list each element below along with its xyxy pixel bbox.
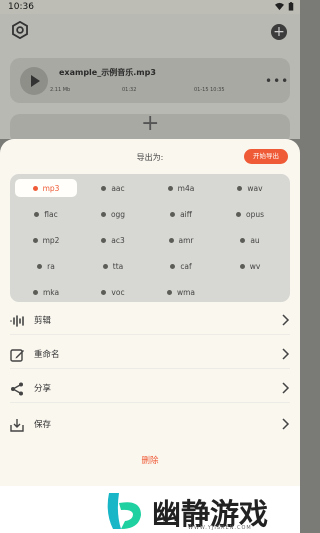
format-option-wav[interactable]: wav: [219, 179, 281, 197]
format-option-caf[interactable]: caf: [150, 257, 212, 275]
radio-dot-icon: [166, 289, 172, 295]
format-option-mp3[interactable]: mp3: [15, 179, 77, 197]
format-option-tta[interactable]: tta: [82, 257, 144, 275]
save-icon: [10, 419, 24, 432]
format-option-mka[interactable]: mka: [15, 283, 77, 301]
format-label: ra: [47, 261, 55, 271]
status-icons: [275, 2, 294, 11]
format-label: amr: [178, 235, 194, 245]
format-label: au: [250, 235, 260, 245]
chevron-right-icon: [282, 348, 290, 360]
divider: [10, 402, 290, 403]
radio-dot-icon: [102, 263, 108, 269]
radio-dot-icon: [235, 211, 241, 217]
format-label: caf: [180, 261, 192, 271]
format-option-flac[interactable]: flac: [15, 205, 77, 223]
file-duration: 01:32: [122, 87, 137, 93]
format-option-mp2[interactable]: mp2: [15, 231, 77, 249]
chevron-right-icon: [282, 314, 290, 326]
file-size: 2.11 Mb: [50, 87, 71, 93]
format-label: wma: [176, 287, 196, 297]
plus-icon: +: [141, 111, 160, 136]
radio-dot-icon: [101, 237, 107, 243]
divider: [10, 334, 290, 335]
radio-dot-icon: [32, 185, 38, 191]
wifi-icon: [275, 2, 284, 11]
format-option-aiff[interactable]: aiff: [150, 205, 212, 223]
format-option-wma[interactable]: wma: [150, 283, 212, 301]
action-label: 剪辑: [34, 316, 52, 326]
divider: [10, 368, 290, 369]
format-label: aiff: [180, 209, 192, 219]
format-label: opus: [245, 209, 264, 219]
action-row-1[interactable]: 重命名: [0, 340, 300, 369]
format-option-amr[interactable]: amr: [150, 231, 212, 249]
edit-icon: [10, 349, 24, 362]
delete-button[interactable]: 删除: [0, 454, 300, 466]
action-label: 重命名: [34, 350, 60, 360]
waveform-icon: [10, 315, 24, 327]
format-label: aac: [111, 183, 125, 193]
battery-icon: [288, 2, 294, 11]
format-option-wv[interactable]: wv: [219, 257, 281, 275]
start-export-button[interactable]: 开始导出: [244, 149, 288, 164]
radio-dot-icon: [34, 211, 40, 217]
format-option-ra[interactable]: ra: [15, 257, 77, 275]
status-time: 10:36: [8, 2, 34, 12]
settings-gear-icon[interactable]: [11, 21, 29, 39]
format-option-au[interactable]: au: [219, 231, 281, 249]
radio-dot-icon: [101, 185, 107, 191]
format-label: wav: [247, 183, 263, 193]
format-label: wv: [249, 261, 261, 271]
radio-dot-icon: [32, 237, 38, 243]
format-label: m4a: [177, 183, 195, 193]
format-label: ogg: [110, 209, 126, 219]
format-label: tta: [112, 261, 124, 271]
format-label: mka: [42, 287, 60, 297]
chevron-right-icon: [282, 418, 290, 430]
format-option-m4a[interactable]: m4a: [150, 179, 212, 197]
action-row-0[interactable]: 剪辑: [0, 306, 300, 335]
radio-dot-icon: [100, 211, 106, 217]
add-file-button[interactable]: +: [271, 24, 287, 40]
format-label: ac3: [111, 235, 125, 245]
file-name: example_示例音乐.mp3: [59, 68, 156, 77]
action-row-3[interactable]: 保存: [0, 410, 300, 439]
radio-dot-icon: [32, 289, 38, 295]
action-label: 保存: [34, 420, 52, 430]
export-sheet: 导出为: 开始导出 mp3 aac m4a wav flac ogg aiff opus mp2…: [0, 139, 300, 486]
format-option-aac[interactable]: aac: [82, 179, 144, 197]
format-option-ac3[interactable]: ac3: [82, 231, 144, 249]
brand-url: WWW.YJISREN.COM: [188, 525, 252, 531]
share-icon: [11, 382, 23, 396]
format-option-opus[interactable]: opus: [219, 205, 281, 223]
radio-dot-icon: [170, 211, 176, 217]
chevron-right-icon: [282, 382, 290, 394]
radio-dot-icon: [240, 237, 246, 243]
format-option-ogg[interactable]: ogg: [82, 205, 144, 223]
brand-logo-icon: [107, 493, 141, 529]
play-icon[interactable]: [20, 67, 48, 95]
format-label: mp2: [42, 235, 60, 245]
format-label: mp3: [42, 183, 60, 193]
format-label: flac: [44, 209, 58, 219]
radio-dot-icon: [37, 263, 43, 269]
format-grid: mp3 aac m4a wav flac ogg aiff opus mp2 ac3 amr au ra…: [10, 174, 290, 302]
radio-dot-icon: [101, 289, 107, 295]
format-label: voc: [111, 287, 125, 297]
format-option-voc[interactable]: voc: [82, 283, 144, 301]
radio-dot-icon: [170, 263, 176, 269]
more-icon[interactable]: •••: [265, 74, 289, 88]
action-label: 分享: [34, 384, 52, 394]
radio-dot-icon: [167, 185, 173, 191]
file-date: 01-15 10:35: [194, 87, 225, 93]
file-card[interactable]: example_示例音乐.mp3 2.11 Mb 01:32 01-15 10:…: [10, 58, 290, 103]
action-row-2[interactable]: 分享: [0, 374, 300, 403]
status-bar: 10:36: [0, 0, 300, 14]
radio-dot-icon: [239, 263, 245, 269]
radio-dot-icon: [168, 237, 174, 243]
radio-dot-icon: [237, 185, 243, 191]
